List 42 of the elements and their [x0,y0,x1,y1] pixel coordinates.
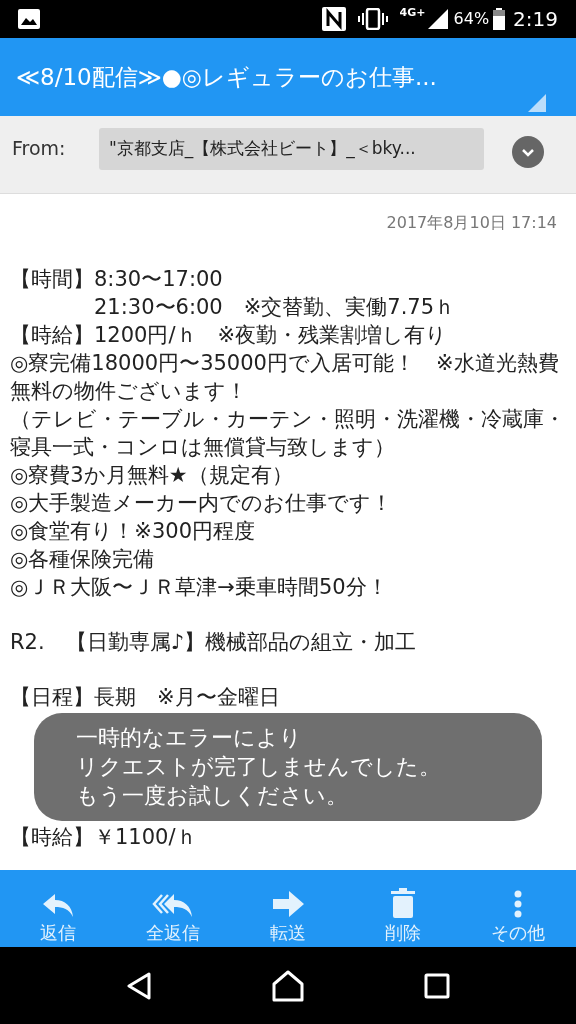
message-text-line: 【日程】長期 ※月〜金曜日 [10,684,281,711]
recents-icon[interactable] [424,972,450,999]
message-subject: ≪8/10配信≫●◎レギュラーのお仕事... [16,62,437,92]
home-icon[interactable] [272,969,304,1002]
message-text-line: ◎各種保険完備 [10,546,156,573]
nfc-icon [321,7,346,31]
back-icon[interactable] [126,971,152,1000]
signal-icon [427,9,448,29]
message-text-line: ◎寮完備18000円〜35000円で入居可能！ ※水道光熱費無料の物件ございます！ [10,350,560,405]
message-text-line: （テレビ・テーブル・カーテン・照明・洗濯機・冷蔵庫・寝具一式・コンロは無償貸与致します） [10,406,566,461]
toolbar-button[interactable]: その他 [468,873,569,944]
toast-message-line: もう一度お試しください。 [76,782,349,810]
message-date: 2017年8月10日 17:14 [385,212,558,234]
vibrate-icon [357,8,388,30]
corner-triangle-icon [528,94,546,112]
message-text-line: 21:30〜6:00 ※交替勤、実働7.75ｈ [93,294,457,321]
toolbar-button[interactable]: 返信 [7,873,108,944]
message-text-line: 【時間】8:30〜17:00 [10,266,224,293]
network-type: 4G+ [399,5,426,21]
toolbar-button[interactable]: 全返信 [122,873,223,944]
image-icon [18,9,40,29]
toolbar-button[interactable]: 削除 [353,873,454,944]
message-text-line: ◎食堂有り！※300円程度 [10,518,256,545]
chevron-down-icon [521,147,535,157]
message-text-line: 【時給】￥1100/ｈ [10,824,198,851]
message-text-line: 【時給】1200円/ｈ ※夜勤・残業割増し有り [10,322,449,349]
expand-button[interactable] [512,136,544,168]
from-label: From: [12,136,67,161]
message-text-line: ◎ＪＲ大阪〜ＪＲ草津→乗車時間50分！ [10,574,389,601]
toast-message-line: リクエストが完了しませんでした。 [76,753,442,781]
battery-icon [493,8,506,30]
more-vertical-icon [514,889,523,918]
message-text-line: ◎大手製造メーカー内でのお仕事です！ [10,490,394,517]
message-heading: R2. 【日勤専属♪】機械部品の組立・加工 [10,629,418,656]
sender-chip[interactable]: "京都支店_【株式会社ビート】_＜bky... [99,128,484,170]
trash-icon [391,887,416,918]
toast-message-line: 一時的なエラーにより [76,724,303,752]
clock: 2:19 [513,6,558,33]
toolbar-button[interactable]: 転送 [237,873,338,944]
battery-percent: 64% [453,8,490,30]
message-text-line: ◎寮費3か月無料★（規定有） [10,462,294,489]
arrow-right-icon [270,889,305,918]
